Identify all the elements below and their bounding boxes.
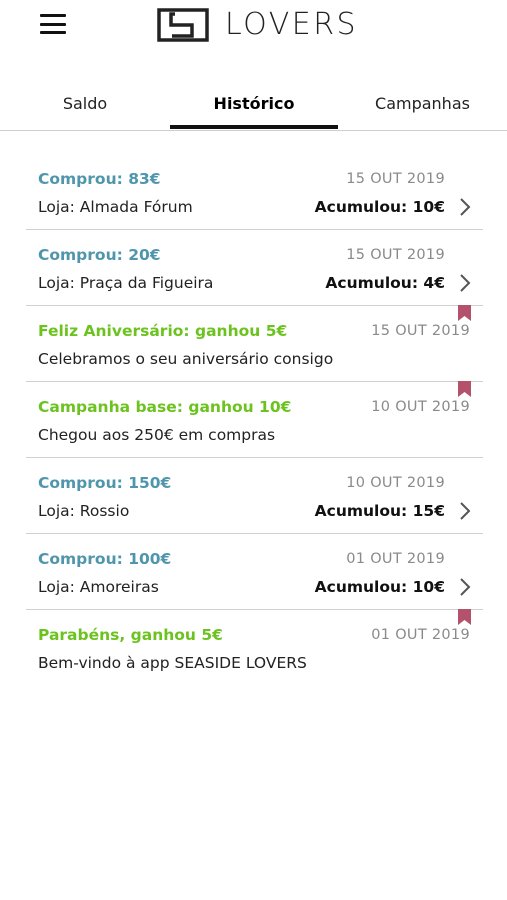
purchase-title: Comprou: 83€ <box>38 170 161 188</box>
campaign-description: Chegou aos 250€ em compras <box>38 426 276 444</box>
purchase-title: Comprou: 100€ <box>38 550 172 568</box>
store-label: Loja: Praça da Figueira <box>38 274 214 292</box>
campaign-title: Campanha base: ganhou 10€ <box>38 398 292 416</box>
hamburger-icon-bar <box>40 31 66 34</box>
bookmark-icon <box>458 609 471 625</box>
tab-bar: Saldo Histórico Campanhas <box>0 76 507 131</box>
chevron-right-icon <box>460 578 471 596</box>
campaign-title: Feliz Aniversário: ganhou 5€ <box>38 322 288 340</box>
store-label: Loja: Rossio <box>38 502 130 520</box>
history-item-campaign: Feliz Aniversário: ganhou 5€ 15 OUT 2019… <box>26 305 483 382</box>
accumulated-amount: Acumulou: 4€ <box>325 274 445 292</box>
campaign-title: Parabéns, ganhou 5€ <box>38 626 223 644</box>
accumulated-amount: Acumulou: 10€ <box>314 578 445 596</box>
store-label: Loja: Amoreiras <box>38 578 159 596</box>
item-date: 15 OUT 2019 <box>371 323 470 339</box>
history-item-campaign: Parabéns, ganhou 5€ 01 OUT 2019 Bem-vind… <box>26 609 483 685</box>
item-date: 01 OUT 2019 <box>371 627 470 643</box>
campaign-description: Celebramos o seu aniversário consigo <box>38 350 334 368</box>
tab-saldo[interactable]: Saldo <box>0 76 170 130</box>
chevron-right-icon <box>460 198 471 216</box>
active-tab-indicator <box>170 125 338 129</box>
history-item-purchase[interactable]: Comprou: 150€ 10 OUT 2019 Loja: Rossio A… <box>26 458 483 534</box>
logo-text: LOVERS <box>225 7 359 42</box>
hamburger-icon-bar <box>40 22 66 26</box>
accumulated-amount: Acumulou: 15€ <box>314 502 445 520</box>
history-item-campaign: Campanha base: ganhou 10€ 10 OUT 2019 Ch… <box>26 381 483 458</box>
history-list: Comprou: 83€ 15 OUT 2019 Loja: Almada Fó… <box>26 154 483 685</box>
chevron-right-icon <box>460 502 471 520</box>
history-item-purchase[interactable]: Comprou: 20€ 15 OUT 2019 Loja: Praça da … <box>26 230 483 306</box>
item-date: 15 OUT 2019 <box>346 247 445 263</box>
app-logo: LOVERS <box>155 6 358 44</box>
campaign-description: Bem-vindo à app SEASIDE LOVERS <box>38 654 307 672</box>
history-item-purchase[interactable]: Comprou: 100€ 01 OUT 2019 Loja: Amoreira… <box>26 534 483 610</box>
hamburger-menu-button[interactable] <box>40 14 66 36</box>
store-label: Loja: Almada Fórum <box>38 198 193 216</box>
chevron-right-icon <box>460 274 471 292</box>
purchase-title: Comprou: 20€ <box>38 246 161 264</box>
item-date: 01 OUT 2019 <box>346 551 445 567</box>
item-date: 15 OUT 2019 <box>346 171 445 187</box>
tab-historico[interactable]: Histórico <box>170 76 338 130</box>
tab-campanhas[interactable]: Campanhas <box>338 76 507 130</box>
history-item-purchase[interactable]: Comprou: 83€ 15 OUT 2019 Loja: Almada Fó… <box>26 154 483 230</box>
accumulated-amount: Acumulou: 10€ <box>314 198 445 216</box>
purchase-title: Comprou: 150€ <box>38 474 172 492</box>
item-date: 10 OUT 2019 <box>371 399 470 415</box>
bookmark-icon <box>458 305 471 321</box>
logo-mark-icon <box>157 8 209 42</box>
hamburger-icon-bar <box>40 14 66 17</box>
bookmark-icon <box>458 381 471 397</box>
item-date: 10 OUT 2019 <box>346 475 445 491</box>
